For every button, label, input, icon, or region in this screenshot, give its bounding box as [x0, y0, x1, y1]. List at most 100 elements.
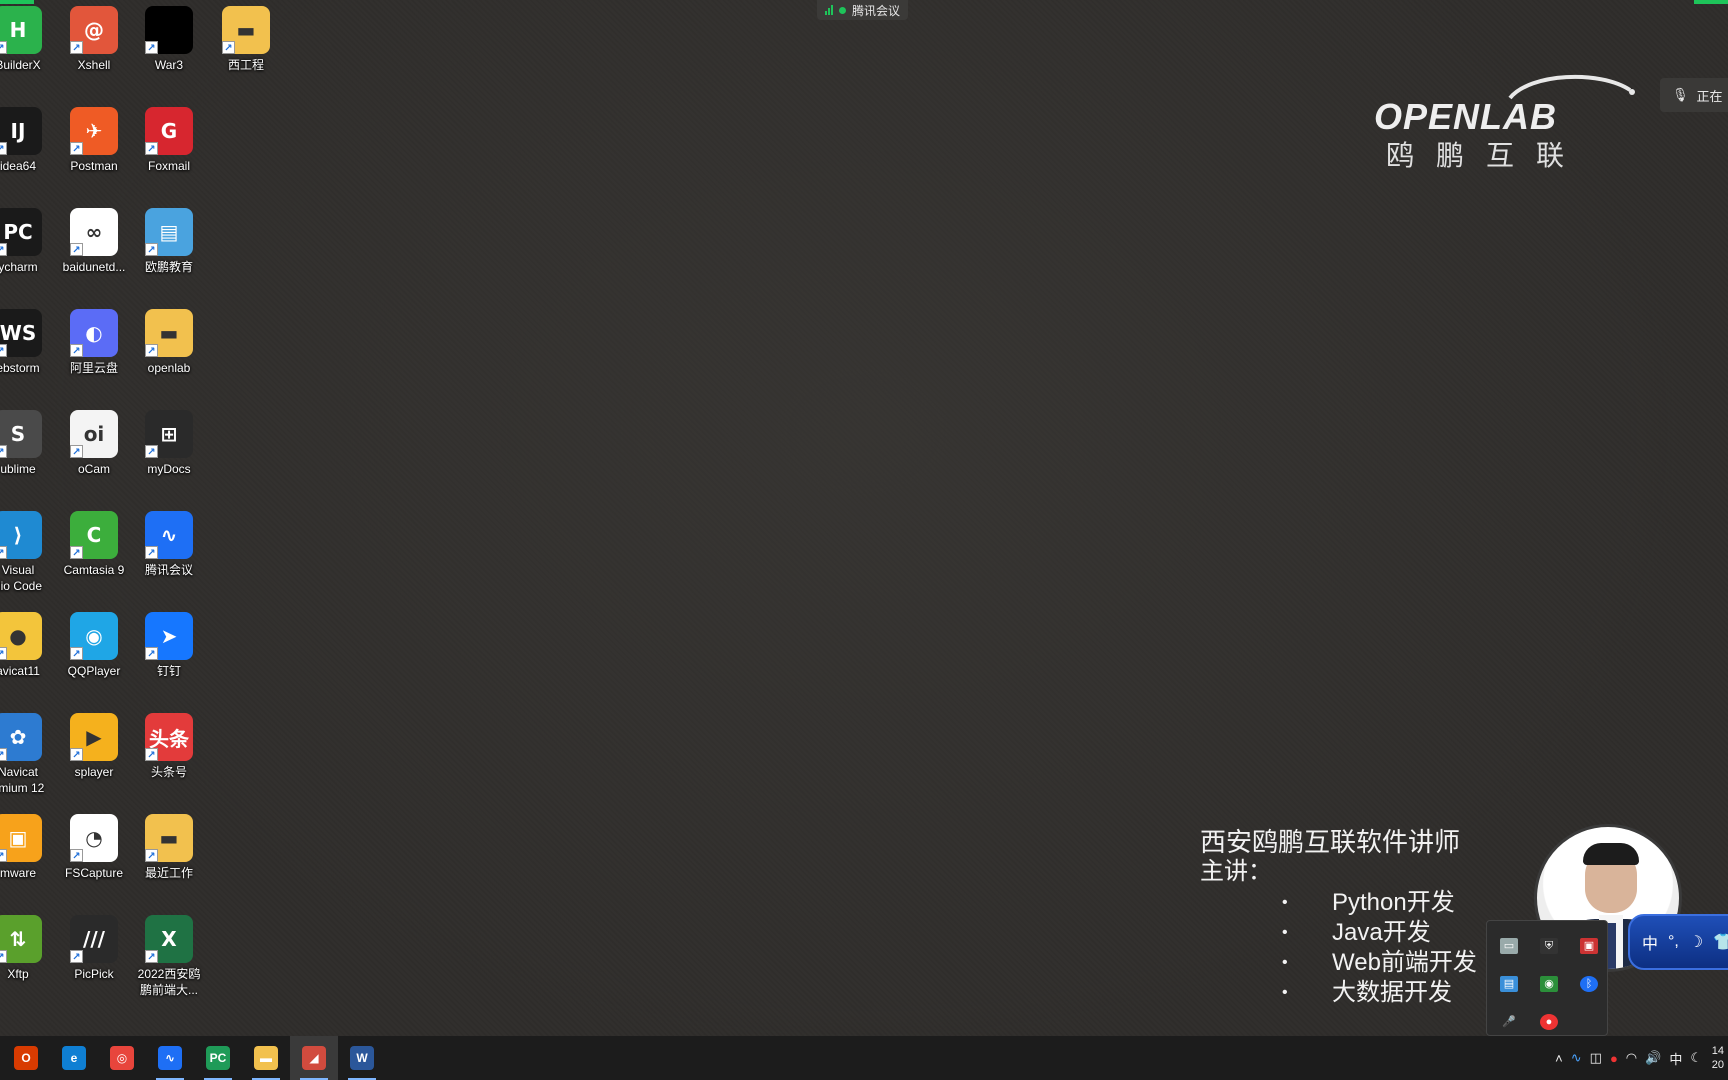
shield-icon[interactable]: ⛨: [1540, 938, 1558, 954]
app-icon: ⇅ ↗: [0, 915, 42, 963]
record-icon[interactable]: ●: [1540, 1014, 1558, 1030]
shortcut-arrow-icon: ↗: [0, 344, 7, 357]
app-icon: ∞ ↗: [70, 208, 118, 256]
taskbar-word-button[interactable]: W: [338, 1036, 386, 1080]
edge-icon: e: [62, 1046, 86, 1070]
desktop-icon-label: Foxmail: [147, 159, 190, 173]
shortcut-arrow-icon: ↗: [0, 748, 7, 761]
logo-chinese: 鸥鹏互联: [1386, 139, 1587, 172]
presentation-tool-icon: ◢: [302, 1046, 326, 1070]
app-icon: ⟩ ↗: [0, 511, 42, 559]
ime-indicator[interactable]: 中: [1669, 1049, 1682, 1068]
ime-skin-icon[interactable]: 👕: [1713, 932, 1728, 952]
taskbar-file-explorer-button[interactable]: ▬: [242, 1036, 290, 1080]
app-icon: ///↗: [70, 915, 118, 963]
meeting-indicator[interactable]: 腾讯会议: [817, 0, 909, 20]
shortcut-arrow-icon: ↗: [70, 445, 83, 458]
app-icon: ▣ ↗: [0, 814, 42, 862]
taskbar-chrome-button[interactable]: ◎: [98, 1036, 146, 1080]
status-dot-icon: [839, 6, 846, 14]
ime-mode[interactable]: 中: [1642, 930, 1658, 954]
shortcut-arrow-icon: ↗: [0, 647, 7, 660]
app-icon: ▤ ↗: [145, 208, 193, 256]
app-icon: ↗: [145, 6, 193, 54]
app-icon: WS ↗: [0, 309, 42, 357]
app-icon: ▬ ↗: [222, 6, 270, 54]
openlab-logo: OPENLAB 鸥鹏互联: [1370, 68, 1650, 172]
ime-toolbar[interactable]: 中 °, ☽ 👕: [1628, 914, 1728, 970]
clock[interactable]: 14 20: [1710, 1044, 1724, 1072]
logo-wordmark: OPENLAB: [1374, 96, 1558, 137]
instructor-lead: 主讲：: [1200, 858, 1272, 885]
app-icon: ▶ ↗: [70, 713, 118, 761]
desktop-icon[interactable]: ➤ ↗ 钉钉: [125, 612, 213, 679]
taskbar-edge-button[interactable]: e: [50, 1036, 98, 1080]
taskbar-apps: Oe ◎ ∿ PC ▬ ◢ W: [2, 1036, 386, 1080]
app-icon: S ↗: [0, 410, 42, 458]
shortcut-arrow-icon: ↗: [145, 748, 158, 761]
app-icon: ● ↗: [0, 612, 42, 660]
shortcut-arrow-icon: ↗: [145, 950, 158, 963]
chrome-icon: ◎: [110, 1046, 134, 1070]
desktop-icon-label: 西工程: [227, 58, 264, 72]
desktop-icon-label: War3: [154, 58, 184, 72]
desktop-icon[interactable]: ▬ ↗ 西工程: [202, 6, 290, 73]
moon-icon[interactable]: ☾: [1690, 1050, 1702, 1066]
shortcut-arrow-icon: ↗: [145, 546, 158, 559]
shortcut-arrow-icon: ↗: [70, 142, 83, 155]
monitor-icon[interactable]: ▣: [1580, 938, 1598, 954]
meeting-tray-icon[interactable]: ∿: [1571, 1050, 1582, 1066]
battery-icon[interactable]: ▭: [1500, 938, 1518, 954]
taskbar-pycharm-button[interactable]: PC: [194, 1036, 242, 1080]
shortcut-arrow-icon: ↗: [0, 142, 7, 155]
tencent-meeting-icon: ∿: [158, 1046, 182, 1070]
shortcut-arrow-icon: ↗: [145, 142, 158, 155]
chevron-up-icon[interactable]: ˄: [1555, 1051, 1563, 1066]
mic-icon[interactable]: 🎤: [1500, 1014, 1518, 1030]
wifi-icon[interactable]: ◠: [1626, 1050, 1637, 1066]
app-icon: ➤ ↗: [145, 612, 193, 660]
desktop-icon-grid: H↗BuilderXIJ↗idea64PC↗ycharmWS↗ebstormS↗…: [0, 0, 270, 1036]
shortcut-arrow-icon: ↗: [145, 41, 158, 54]
taskbar-presentation-tool-button[interactable]: ◢: [290, 1036, 338, 1080]
desktop-icon[interactable]: ∿ ↗ 腾讯会议: [125, 511, 213, 578]
ime-punct-icon[interactable]: °,: [1668, 933, 1679, 951]
taskbar-office-button[interactable]: O: [2, 1036, 50, 1080]
desktop-icon-label: 最近工作: [144, 866, 193, 880]
ime-moon-icon[interactable]: ☽: [1689, 932, 1703, 952]
desktop-icon[interactable]: ⊞ ↗ myDocs: [125, 410, 213, 477]
shortcut-arrow-icon: ↗: [0, 849, 7, 862]
shortcut-arrow-icon: ↗: [0, 950, 7, 963]
app-icon: X ↗: [145, 915, 193, 963]
desktop-icon[interactable]: ▬ ↗ 最近工作: [125, 814, 213, 881]
taskbar-tencent-meeting-button[interactable]: ∿: [146, 1036, 194, 1080]
shortcut-arrow-icon: ↗: [70, 950, 83, 963]
taskbar: Oe ◎ ∿ PC ▬ ◢ W ˄ ∿ ◫ ● ◠ 🔊 中 ☾ 14 20: [0, 1036, 1728, 1080]
meeting-label: 腾讯会议: [852, 3, 901, 18]
desktop-icon[interactable]: 头条 ↗ 头条号: [125, 713, 213, 780]
instructor-title: 西安鸥鹏互联软件讲师: [1200, 827, 1461, 857]
desktop-icon[interactable]: ▤ ↗ 欧鹏教育: [125, 208, 213, 275]
instructor-info: 西安鸥鹏互联软件讲师 主讲： • Python开发 • Java开发 • Web前端开…: [1200, 826, 1477, 1006]
desktop-icon[interactable]: ↗ War3: [125, 6, 213, 73]
desktop-icon[interactable]: ▬ ↗ openlab: [125, 309, 213, 376]
desktop-icon[interactable]: X ↗ 2022西安鸥 鹏前端大...: [125, 915, 213, 998]
qq-tray-icon[interactable]: ●: [1610, 1051, 1618, 1066]
search-tray-icon[interactable]: ◫: [1590, 1050, 1602, 1066]
desktop-icon[interactable]: G ↗ Foxmail: [125, 107, 213, 174]
speaking-chip[interactable]: 🎙 正在: [1660, 78, 1728, 112]
volume-icon[interactable]: 🔊: [1645, 1050, 1661, 1066]
desktop-icon-label: openlab: [147, 361, 191, 375]
app-icon: H ↗: [0, 6, 42, 54]
word-icon: W: [350, 1046, 374, 1070]
corner-marker-right: [1694, 0, 1728, 4]
mic-icon: 🎙: [1672, 87, 1689, 102]
shortcut-arrow-icon: ↗: [0, 243, 7, 256]
desktop-icon-label: 头条号: [150, 765, 187, 779]
bluetooth-icon[interactable]: ᛒ: [1580, 976, 1598, 992]
sync-icon[interactable]: ◉: [1540, 976, 1558, 992]
app-icon[interactable]: ▤: [1500, 976, 1518, 992]
topic-item: • Python开发: [1282, 889, 1455, 916]
shortcut-arrow-icon: ↗: [70, 546, 83, 559]
shortcut-arrow-icon: ↗: [145, 344, 158, 357]
